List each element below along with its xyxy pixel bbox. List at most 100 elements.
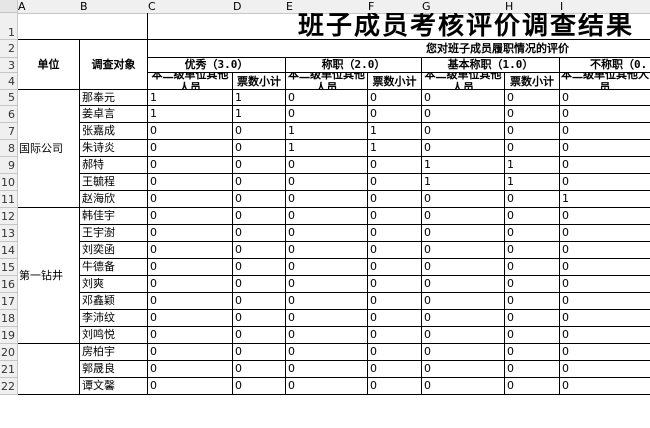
table-cell-value[interactable]: 0 xyxy=(560,106,650,123)
table-cell-value[interactable]: 0 xyxy=(505,242,560,259)
column-header-f[interactable]: F xyxy=(368,0,422,13)
table-cell-value[interactable]: 0 xyxy=(560,208,650,225)
column-header-c[interactable]: C xyxy=(148,0,233,13)
table-cell-value[interactable]: 0 xyxy=(422,344,505,361)
table-cell-value[interactable]: 0 xyxy=(148,327,233,344)
row-header-2[interactable]: 2 xyxy=(0,40,18,58)
column-header-h[interactable]: H xyxy=(505,0,560,13)
table-cell-value[interactable]: 0 xyxy=(368,344,422,361)
table-cell-name[interactable]: 赵海欣 xyxy=(80,191,148,208)
table-cell-value[interactable]: 0 xyxy=(286,208,368,225)
table-cell-value[interactable]: 0 xyxy=(505,293,560,310)
table-cell-value[interactable]: 0 xyxy=(233,361,286,378)
table-cell-value[interactable]: 0 xyxy=(148,293,233,310)
row-header-11[interactable]: 11 xyxy=(0,191,18,208)
unit-cell[interactable]: 第一钻井 xyxy=(18,208,80,344)
column-header-g[interactable]: G xyxy=(422,0,505,13)
table-cell-value[interactable]: 1 xyxy=(505,157,560,174)
row-header-19[interactable]: 19 xyxy=(0,327,18,344)
table-cell-value[interactable]: 0 xyxy=(233,259,286,276)
table-cell-name[interactable]: 朱诗炎 xyxy=(80,140,148,157)
table-cell-value[interactable]: 0 xyxy=(422,106,505,123)
table-cell-value[interactable]: 0 xyxy=(286,378,368,395)
table-cell-value[interactable]: 0 xyxy=(560,361,650,378)
sub-header-count[interactable]: 票数小计 xyxy=(505,73,560,90)
table-cell-value[interactable]: 0 xyxy=(148,191,233,208)
table-cell-name[interactable]: 李沛纹 xyxy=(80,310,148,327)
row-header-1[interactable]: 1 xyxy=(0,13,18,40)
row-header-17[interactable]: 17 xyxy=(0,293,18,310)
row-header-16[interactable]: 16 xyxy=(0,276,18,293)
table-cell-value[interactable]: 0 xyxy=(560,174,650,191)
rating-group-3[interactable]: 不称职（0. xyxy=(560,58,650,73)
column-header-d[interactable]: D xyxy=(233,0,286,13)
table-cell-value[interactable]: 0 xyxy=(233,191,286,208)
table-cell-name[interactable]: 刘奕函 xyxy=(80,242,148,259)
table-cell-value[interactable]: 0 xyxy=(505,90,560,106)
rating-group-1[interactable]: 称职（2.0） xyxy=(286,58,422,73)
table-cell-value[interactable]: 0 xyxy=(233,123,286,140)
table-cell-value[interactable]: 0 xyxy=(233,276,286,293)
table-cell-name[interactable]: 刘鸣悦 xyxy=(80,327,148,344)
sub-header-other[interactable]: 本二级单位其他人员 xyxy=(148,73,233,90)
table-cell-value[interactable]: 1 xyxy=(148,90,233,106)
table-cell-value[interactable]: 0 xyxy=(148,174,233,191)
table-cell-value[interactable]: 0 xyxy=(233,208,286,225)
unit-cell[interactable] xyxy=(18,344,80,395)
table-cell-value[interactable]: 0 xyxy=(368,259,422,276)
table-cell-value[interactable]: 0 xyxy=(233,174,286,191)
table-cell-value[interactable]: 1 xyxy=(368,140,422,157)
table-cell-value[interactable]: 0 xyxy=(422,293,505,310)
table-cell-name[interactable]: 韩佳宇 xyxy=(80,208,148,225)
table-cell-value[interactable]: 0 xyxy=(148,344,233,361)
table-cell-value[interactable]: 0 xyxy=(368,276,422,293)
sub-header-other[interactable]: 本二级单位其他人员 xyxy=(286,73,368,90)
column-header-b[interactable]: B xyxy=(80,0,148,13)
table-cell-value[interactable]: 0 xyxy=(560,242,650,259)
table-cell-name[interactable]: 那奉元 xyxy=(80,90,148,106)
table-cell-value[interactable]: 0 xyxy=(505,225,560,242)
table-cell-value[interactable]: 0 xyxy=(368,174,422,191)
table-cell-value[interactable]: 1 xyxy=(286,123,368,140)
table-cell-name[interactable]: 刘爽 xyxy=(80,276,148,293)
table-cell-value[interactable]: 0 xyxy=(560,140,650,157)
table-cell-name[interactable]: 郝特 xyxy=(80,157,148,174)
sub-header-count[interactable]: 票数小计 xyxy=(368,73,422,90)
table-cell-value[interactable]: 0 xyxy=(233,157,286,174)
table-cell-value[interactable]: 0 xyxy=(422,276,505,293)
table-cell-value[interactable]: 0 xyxy=(368,90,422,106)
table-cell-value[interactable]: 1 xyxy=(233,90,286,106)
table-cell-name[interactable]: 牛德备 xyxy=(80,259,148,276)
table-cell-value[interactable]: 0 xyxy=(286,293,368,310)
table-cell-value[interactable]: 0 xyxy=(233,140,286,157)
table-cell-value[interactable]: 0 xyxy=(368,191,422,208)
table-cell-value[interactable]: 0 xyxy=(560,293,650,310)
row-header-7[interactable]: 7 xyxy=(0,123,18,140)
question-header[interactable]: 您对班子成员履职情况的评价 xyxy=(148,40,650,58)
table-cell-value[interactable]: 0 xyxy=(560,344,650,361)
table-cell-value[interactable]: 0 xyxy=(505,106,560,123)
table-cell-value[interactable]: 0 xyxy=(422,90,505,106)
table-cell-value[interactable]: 0 xyxy=(368,378,422,395)
table-cell-value[interactable]: 0 xyxy=(148,123,233,140)
table-cell-name[interactable]: 王宇澍 xyxy=(80,225,148,242)
table-cell-value[interactable]: 0 xyxy=(560,310,650,327)
table-cell-value[interactable]: 1 xyxy=(422,174,505,191)
table-cell-value[interactable]: 0 xyxy=(148,208,233,225)
table-cell-value[interactable]: 0 xyxy=(286,327,368,344)
table-cell-value[interactable]: 0 xyxy=(233,344,286,361)
table-cell-value[interactable]: 0 xyxy=(148,276,233,293)
table-cell-value[interactable]: 1 xyxy=(233,106,286,123)
table-cell-value[interactable]: 0 xyxy=(286,361,368,378)
table-cell-value[interactable]: 0 xyxy=(368,327,422,344)
rating-group-2[interactable]: 基本称职（1.0） xyxy=(422,58,560,73)
table-cell-value[interactable]: 0 xyxy=(422,361,505,378)
table-cell-value[interactable]: 0 xyxy=(368,293,422,310)
table-cell-value[interactable]: 0 xyxy=(286,90,368,106)
table-cell-name[interactable]: 姜卓言 xyxy=(80,106,148,123)
table-cell-name[interactable]: 王毓程 xyxy=(80,174,148,191)
sheet-title[interactable]: 班子成员考核评价调查结果 xyxy=(148,13,650,40)
row-header-13[interactable]: 13 xyxy=(0,225,18,242)
table-cell-value[interactable]: 0 xyxy=(233,327,286,344)
table-cell-value[interactable]: 0 xyxy=(148,157,233,174)
